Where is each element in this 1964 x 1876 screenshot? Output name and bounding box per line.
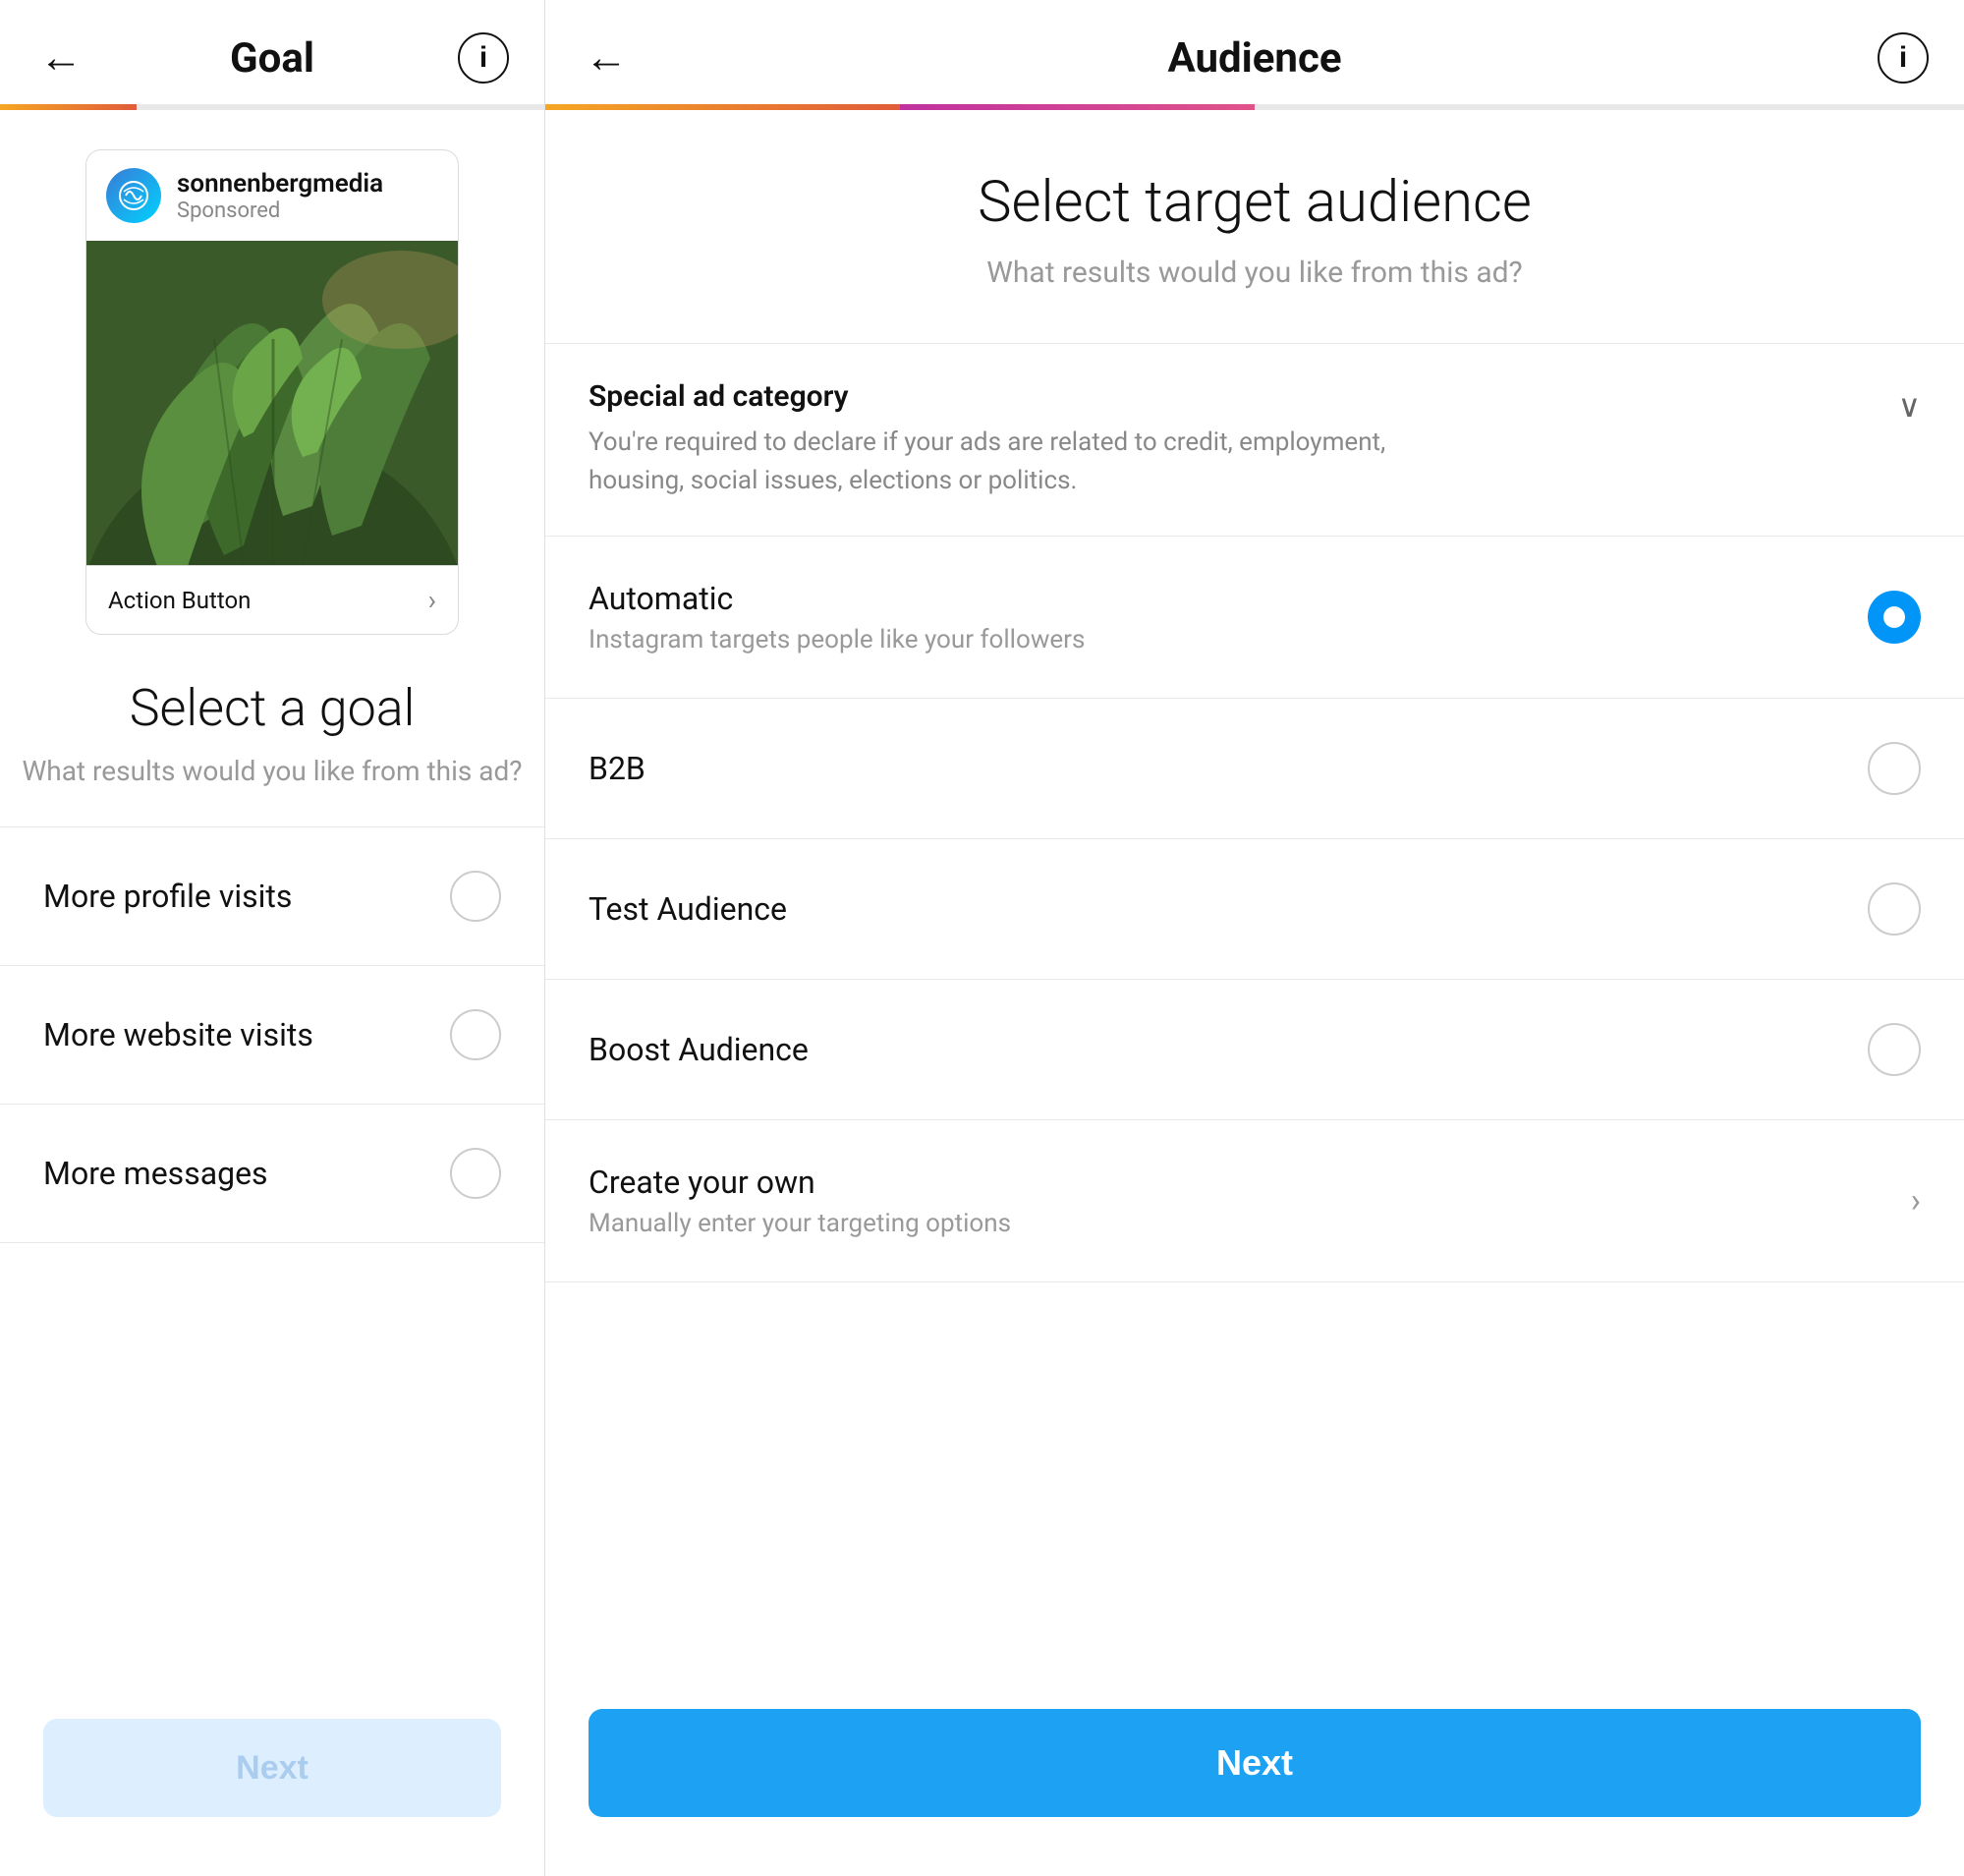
audience-title: Select target audience [545,169,1964,238]
audience-option-automatic[interactable]: Automatic Instagram targets people like … [545,537,1964,699]
goal-option-more-messages[interactable]: More messages [0,1105,544,1243]
goal-radio-more-messages[interactable] [450,1148,501,1199]
audience-option-automatic-title: Automatic [589,580,1868,617]
audience-option-b2b[interactable]: B2B [545,699,1964,839]
audience-option-boost-audience[interactable]: Boost Audience [545,980,1964,1120]
audience-option-boost-title: Boost Audience [589,1031,1868,1068]
audience-option-test-left: Test Audience [589,890,1868,928]
goal-label-profile-visits: More profile visits [43,878,292,915]
left-header: ← Goal i [0,0,544,88]
left-back-button[interactable]: ← [35,29,86,86]
goal-label-website-visits: More website visits [43,1016,313,1053]
audience-radio-b2b[interactable] [1868,742,1921,795]
goal-radio-profile-visits[interactable] [450,871,501,922]
left-progress-bar [0,104,544,110]
left-progress-seg3 [272,104,409,110]
create-own-title: Create your own [589,1164,1911,1201]
audience-option-b2b-title: B2B [589,750,1868,787]
ad-action-bar[interactable]: Action Button › [86,565,458,634]
ad-account-name: sonnenbergmedia [177,169,383,199]
special-ad-chevron-down-icon: ∨ [1898,387,1921,425]
special-ad-text-block: Special ad category You're required to d… [589,379,1898,500]
audience-subtitle: What results would you like from this ad… [545,256,1964,290]
left-next-button[interactable]: Next [43,1719,501,1817]
left-info-button[interactable]: i [458,32,509,84]
audience-option-b2b-left: B2B [589,750,1868,787]
left-back-arrow-icon: ← [39,33,83,82]
action-button-label: Action Button [108,587,251,614]
left-progress-seg4 [409,104,545,110]
left-progress-seg2 [137,104,273,110]
create-own-subtitle: Manually enter your targeting options [589,1209,1911,1238]
goal-option-profile-visits[interactable]: More profile visits [0,827,544,966]
action-chevron-right-icon: › [428,584,436,616]
avatar [106,168,161,223]
left-page-title: Goal [230,34,314,83]
right-info-button[interactable]: i [1878,32,1929,84]
select-goal-title: Select a goal [0,678,544,739]
goal-label-more-messages: More messages [43,1155,268,1192]
audience-option-automatic-left: Automatic Instagram targets people like … [589,580,1868,654]
audience-option-automatic-subtitle: Instagram targets people like your follo… [589,625,1868,654]
special-ad-description: You're required to declare if your ads a… [589,424,1473,500]
audience-option-test-audience[interactable]: Test Audience [545,839,1964,980]
audience-radio-automatic[interactable] [1868,591,1921,644]
special-ad-category-section[interactable]: Special ad category You're required to d… [545,343,1964,537]
audience-radio-test[interactable] [1868,882,1921,936]
right-back-button[interactable]: ← [581,29,632,86]
ad-preview-header: sonnenbergmedia Sponsored [86,150,458,241]
left-panel: ← Goal i sonnenbergmedia Sponsored [0,0,545,1876]
right-panel: ← Audience i Select target audience What… [545,0,1964,1876]
audience-radio-boost[interactable] [1868,1023,1921,1076]
right-panel-content: Select target audience What results woul… [545,110,1964,1876]
right-header: ← Audience i [545,0,1964,88]
ad-preview-image [86,241,459,565]
right-back-arrow-icon: ← [585,33,628,82]
right-page-title: Audience [1167,34,1341,83]
left-progress-seg1 [0,104,137,110]
audience-option-boost-left: Boost Audience [589,1031,1868,1068]
ad-preview-card: sonnenbergmedia Sponsored [85,149,459,635]
ad-sponsored-label: Sponsored [177,199,383,223]
create-own-left: Create your own Manually enter your targ… [589,1164,1911,1238]
select-goal-subtitle: What results would you like from this ad… [0,755,544,787]
goal-option-website-visits[interactable]: More website visits [0,966,544,1105]
create-own-option[interactable]: Create your own Manually enter your targ… [545,1120,1964,1282]
goals-list: More profile visits More website visits … [0,826,544,1243]
special-ad-title: Special ad category [589,379,1898,414]
goal-radio-website-visits[interactable] [450,1009,501,1060]
audience-option-test-title: Test Audience [589,890,1868,928]
create-own-chevron-right-icon: › [1911,1181,1921,1221]
right-next-button[interactable]: Next [589,1709,1921,1817]
